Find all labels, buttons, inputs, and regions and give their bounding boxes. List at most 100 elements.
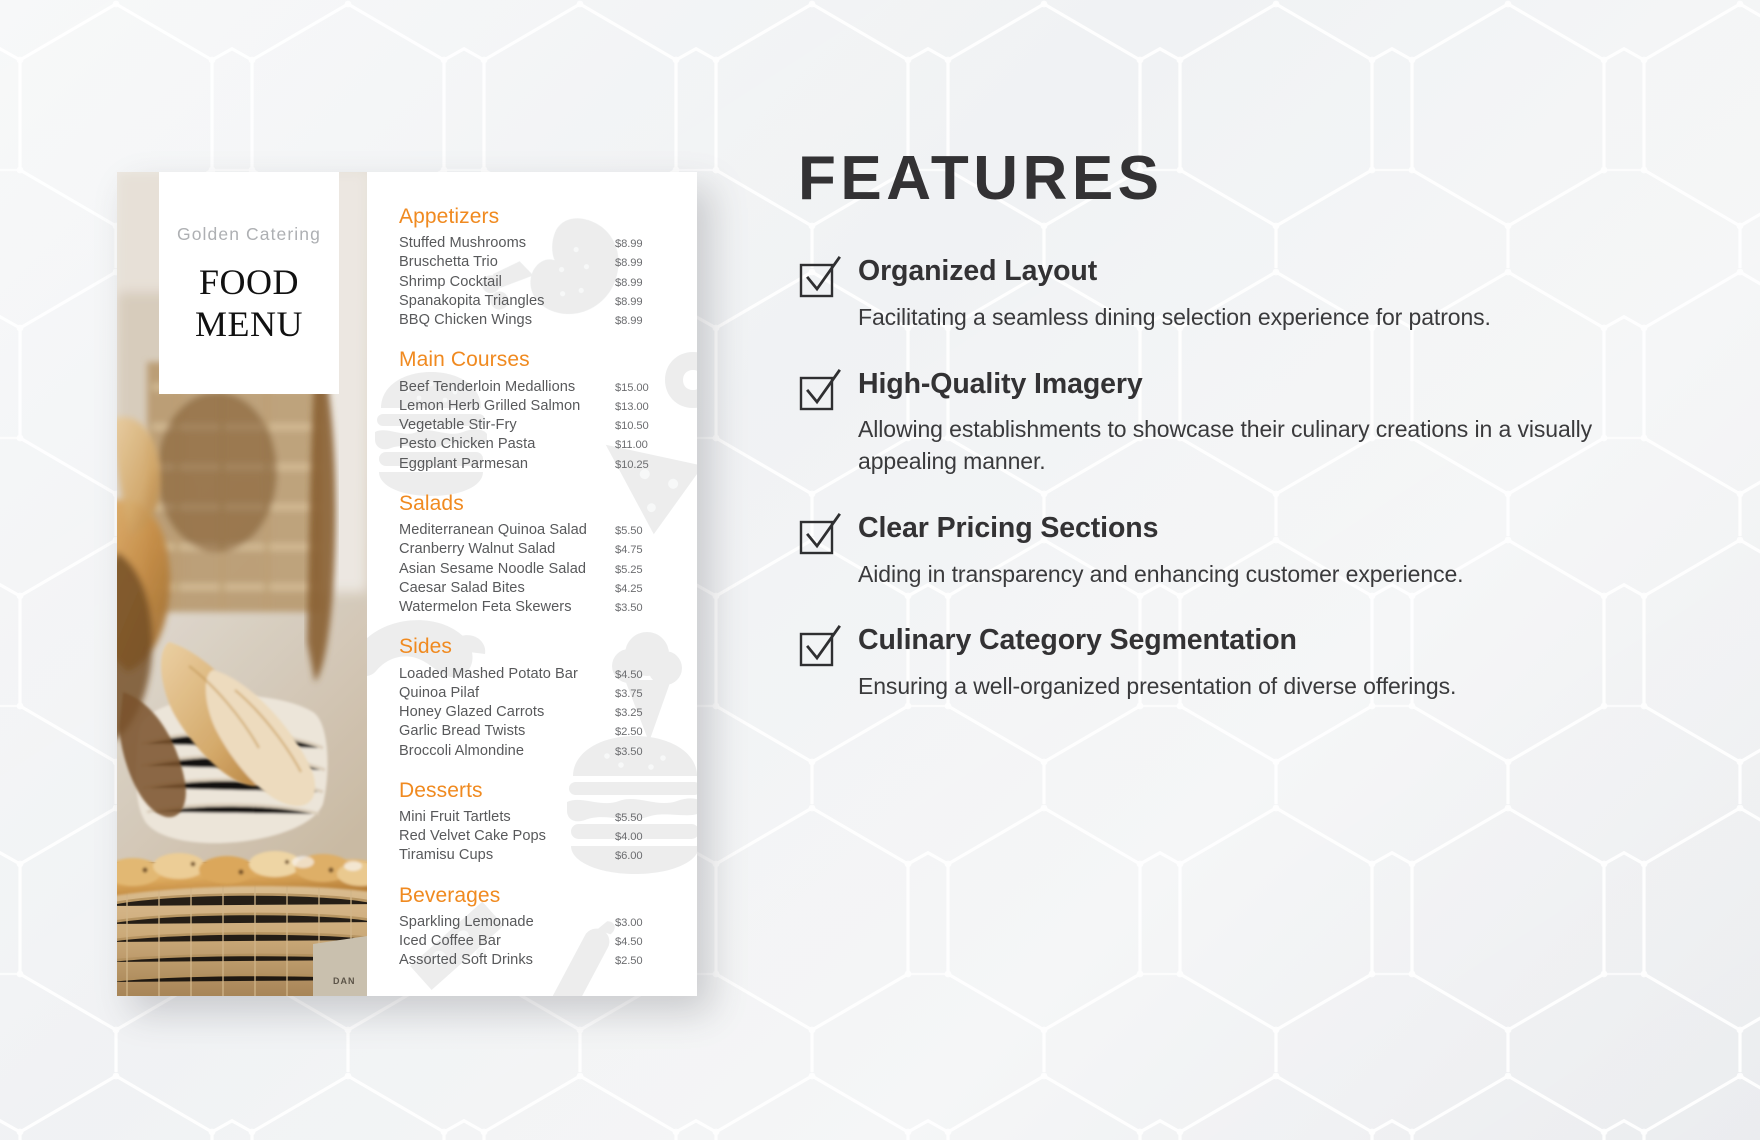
menu-item-price: $4.50 — [615, 668, 643, 681]
feature-item: Organized Layout Facilitating a seamless … — [798, 254, 1678, 334]
feature-item: Clear Pricing Sections Aiding in transpar… — [798, 511, 1678, 591]
menu-item-row: Watermelon Feta Skewers $3.50 — [399, 598, 665, 617]
feature-title: High-Quality Imagery — [858, 367, 1143, 400]
menu-item-row: Stuffed Mushrooms $8.99 — [399, 234, 665, 253]
menu-section-title: Desserts — [399, 778, 483, 802]
menu-item-name: Bruschetta Trio — [399, 254, 498, 271]
feature-title: Clear Pricing Sections — [858, 511, 1159, 544]
menu-item-name: Cranberry Walnut Salad — [399, 541, 556, 558]
feature-body: High-Quality Imagery Allowing establishme… — [858, 367, 1678, 478]
menu-item-row: BBQ Chicken Wings $8.99 — [399, 311, 665, 330]
menu-item-name: Pesto Chicken Pasta — [399, 436, 536, 453]
menu-item-price: $8.99 — [615, 257, 643, 270]
menu-section: Sides Loaded Mashed Potato Bar $4.50 Quinoa… — [399, 634, 665, 760]
menu-item-row: Spanakopita Triangles $8.99 — [399, 292, 665, 311]
menu-item-price: $2.50 — [615, 955, 643, 968]
feature-item: High-Quality Imagery Allowing establishme… — [798, 367, 1678, 478]
feature-description: Facilitating a seamless dining selection… — [858, 303, 1491, 330]
menu-section-title: Salads — [399, 491, 464, 515]
menu-brand-block: Golden Catering FOOD MENU — [159, 172, 339, 394]
feature-description: Aiding in transparency and enhancing cus… — [858, 560, 1464, 587]
menu-item-name: Caesar Salad Bites — [399, 579, 525, 596]
features-panel: FEATURES Organized Layout Facilitating a … — [798, 148, 1678, 703]
menu-item-price: $3.75 — [615, 687, 643, 700]
menu-item-row: Cranberry Walnut Salad $4.75 — [399, 540, 665, 559]
features-list: Organized Layout Facilitating a seamless … — [798, 254, 1678, 703]
checkbox-checked-icon — [798, 368, 842, 413]
menu-section-title: Beverages — [399, 883, 501, 907]
checkbox-checked-icon — [798, 625, 842, 669]
menu-section-title: Main Courses — [399, 348, 530, 372]
brand-name: Golden Catering — [177, 224, 321, 244]
menu-item-name: BBQ Chicken Wings — [399, 312, 533, 329]
menu-item-price: $5.25 — [615, 563, 643, 576]
menu-item-name: Mini Fruit Tartlets — [399, 808, 511, 825]
menu-item-row: Quinoa Pilaf $3.75 — [399, 684, 665, 703]
menu-item-row: Tiramisu Cups $6.00 — [399, 846, 665, 865]
feature-body: Clear Pricing Sections Aiding in transpar… — [858, 511, 1678, 591]
menu-item-name: Vegetable Stir-Fry — [399, 417, 517, 434]
menu-item-price: $6.00 — [615, 850, 643, 863]
menu-item-row: Pesto Chicken Pasta $11.00 — [399, 435, 665, 454]
menu-item-price: $3.00 — [615, 916, 643, 929]
feature-body: Culinary Category Segmentation Ensuring a… — [858, 623, 1678, 703]
menu-item-price: $4.25 — [615, 582, 643, 595]
menu-item-price: $4.00 — [615, 831, 643, 844]
menu-item-name: Shrimp Cocktail — [399, 273, 502, 290]
feature-description: Ensuring a well-organized presentation o… — [858, 673, 1457, 699]
menu-sections: Appetizers Stuffed Mushrooms $8.99 Bruschet… — [399, 204, 665, 971]
menu-item-name: Garlic Bread Twists — [399, 723, 526, 740]
menu-item-name: Spanakopita Triangles — [399, 292, 545, 309]
food-menu-card: DAN Golden Catering FOOD MENU Appetizers… — [117, 172, 697, 996]
menu-item-row: Mini Fruit Tartlets $5.50 — [399, 808, 665, 827]
menu-item-row: Beef Tenderloin Medallions $15.00 — [399, 378, 665, 397]
menu-section: Main Courses Beef Tenderloin Medallions $1… — [399, 347, 665, 473]
menu-item-name: Loaded Mashed Potato Bar — [399, 665, 578, 682]
menu-section: Beverages Sparkling Lemonade $3.00 Iced Cof… — [399, 883, 665, 971]
menu-item-price: $8.99 — [615, 295, 643, 308]
menu-item-price: $2.50 — [615, 726, 643, 739]
menu-item-name: Asian Sesame Noodle Salad — [399, 560, 587, 577]
menu-item-price: $8.99 — [615, 276, 643, 289]
menu-item-row: Shrimp Cocktail $8.99 — [399, 273, 665, 292]
menu-item-price: $15.00 — [615, 381, 649, 394]
menu-section-title: Appetizers — [399, 205, 500, 228]
menu-item-price: $10.25 — [615, 458, 649, 471]
menu-item-price: $8.99 — [615, 238, 643, 251]
menu-section: Salads Mediterranean Quinoa Salad $5.50 Cra… — [399, 491, 665, 617]
menu-item-row: Eggplant Parmesan $10.25 — [399, 455, 665, 474]
menu-item-price: $5.50 — [615, 525, 643, 538]
menu-item-price: $4.75 — [615, 544, 643, 557]
menu-item-row: Bruschetta Trio $8.99 — [399, 253, 665, 272]
menu-item-name: Watermelon Feta Skewers — [399, 599, 572, 616]
menu-item-price: $11.00 — [615, 439, 648, 452]
menu-item-name: Eggplant Parmesan — [399, 455, 529, 472]
menu-item-name: Mediterranean Quinoa Salad — [399, 522, 587, 539]
menu-item-name: Sparkling Lemonade — [399, 913, 534, 930]
menu-item-name: Assorted Soft Drinks — [399, 952, 534, 969]
menu-item-price: $3.50 — [615, 745, 643, 758]
menu-item-price: $5.50 — [615, 811, 643, 824]
menu-item-price: $4.50 — [615, 936, 643, 949]
menu-item-row: Mediterranean Quinoa Salad $5.50 — [399, 521, 665, 540]
menu-item-row: Iced Coffee Bar $4.50 — [399, 932, 665, 951]
menu-section-title: Sides — [399, 635, 453, 659]
menu-item-row: Honey Glazed Carrots $3.25 — [399, 703, 665, 722]
menu-item-name: Iced Coffee Bar — [399, 933, 501, 950]
features-heading: FEATURES — [798, 144, 1164, 213]
menu-item-name: Honey Glazed Carrots — [399, 704, 545, 720]
checkbox-checked-icon — [798, 512, 842, 557]
menu-items-column: Appetizers Stuffed Mushrooms $8.99 Bruschet… — [367, 172, 697, 996]
feature-title: Organized Layout — [858, 255, 1098, 287]
menu-title-line1: FOOD — [198, 262, 299, 302]
menu-item-name: Tiramisu Cups — [399, 847, 494, 864]
menu-item-row: Broccoli Almondine $3.50 — [399, 742, 665, 761]
menu-item-row: Sparkling Lemonade $3.00 — [399, 913, 665, 932]
menu-item-row: Vegetable Stir-Fry $10.50 — [399, 416, 665, 435]
menu-item-price: $3.25 — [615, 707, 643, 719]
menu-title-line2: MENU — [195, 304, 303, 345]
menu-item-price: $10.50 — [615, 420, 649, 433]
menu-item-row: Assorted Soft Drinks $2.50 — [399, 951, 665, 970]
menu-item-row: Red Velvet Cake Pops $4.00 — [399, 827, 665, 846]
menu-item-row: Asian Sesame Noodle Salad $5.25 — [399, 560, 665, 579]
